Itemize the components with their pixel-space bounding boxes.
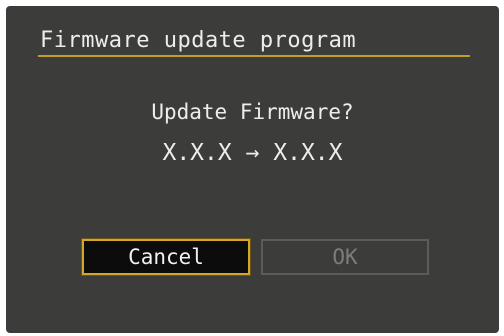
ok-button-label: OK <box>332 245 358 269</box>
cancel-button-label: Cancel <box>128 245 204 269</box>
dialog-title: Firmware update program <box>40 28 357 53</box>
firmware-update-screen: Firmware update program Update Firmware?… <box>6 6 499 333</box>
cancel-button[interactable]: Cancel <box>82 239 250 275</box>
update-prompt: Update Firmware? <box>151 100 354 124</box>
version-change: X.X.X → X.X.X <box>162 140 343 166</box>
ok-button[interactable]: OK <box>261 239 429 275</box>
title-underline <box>38 55 470 57</box>
